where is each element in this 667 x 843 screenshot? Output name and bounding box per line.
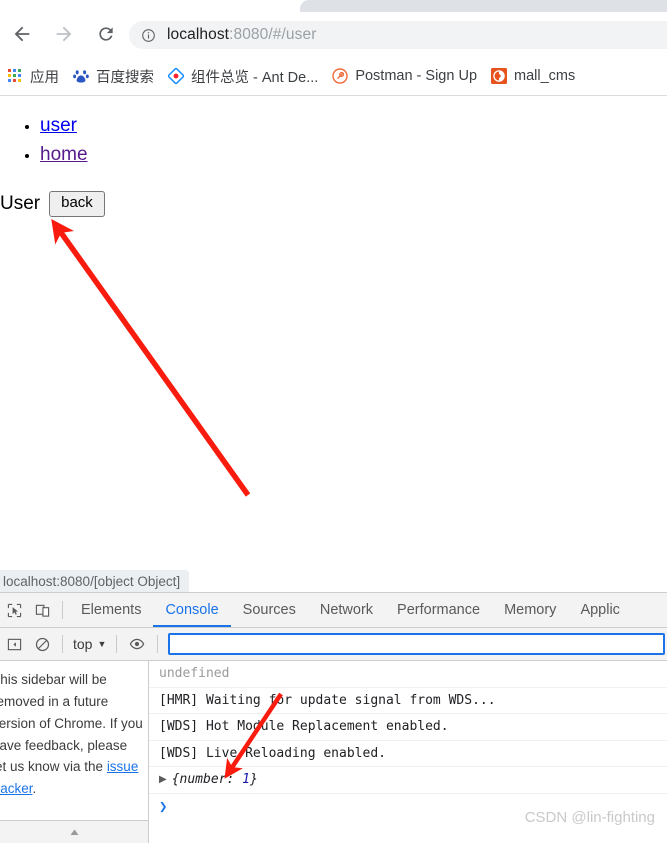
live-expression-eye-icon[interactable] (123, 630, 151, 658)
console-message: [HMR] Waiting for update signal from WDS… (149, 688, 667, 714)
object-key: number: (179, 772, 235, 788)
object-close-brace: } (249, 772, 258, 788)
bookmark-baidu[interactable]: 百度搜索 (66, 62, 161, 90)
console-message: [WDS] Hot Module Replacement enabled. (149, 714, 667, 741)
device-toolbar-icon[interactable] (28, 596, 56, 624)
tab-application[interactable]: Applic (568, 594, 632, 627)
devtools-body: This sidebar will be removed in a future… (0, 661, 667, 843)
tab-strip-background (300, 0, 667, 12)
bookmark-mall-cms[interactable]: mall_cms (484, 62, 582, 90)
scroll-up-icon (70, 829, 78, 835)
toolbar-divider (62, 635, 63, 653)
status-bubble-text: localhost:8080/[object Object] (3, 573, 181, 589)
console-prompt[interactable]: ❯ (149, 794, 667, 820)
list-item: home (40, 142, 667, 168)
tab-elements[interactable]: Elements (69, 594, 153, 627)
sidebar-scroll-footer[interactable] (0, 820, 148, 843)
bookmark-label: 百度搜索 (96, 69, 154, 86)
baidu-paw-icon (73, 68, 89, 84)
status-bubble: localhost:8080/[object Object] (0, 570, 190, 592)
console-filter-input[interactable] (168, 633, 665, 655)
console-toolbar: top ▼ (0, 628, 667, 661)
devtools-panel: Elements Console Sources Network Perform… (0, 592, 667, 843)
back-route-button[interactable]: back (49, 191, 105, 217)
sidebar-deprecation-notice: This sidebar will be removed in a future… (0, 669, 144, 800)
back-button[interactable] (6, 18, 38, 50)
user-view-row: User back (0, 191, 667, 217)
tab-strip (0, 0, 667, 12)
info-circle-icon[interactable] (140, 27, 156, 43)
object-value: 1 (242, 772, 250, 788)
postman-icon (332, 68, 349, 84)
console-context-label: top (73, 636, 93, 652)
toolbar-divider (116, 635, 118, 653)
console-message: [WDS] Live Reloading enabled. (149, 741, 667, 767)
browser-chrome: localhost:8080/#/user 应用 百度搜索 组件总览 - Ant… (0, 0, 667, 97)
apps-grid-icon (7, 68, 23, 84)
list-item: user (40, 113, 667, 139)
forward-button[interactable] (48, 18, 80, 50)
bookmark-ant-design[interactable]: 组件总览 - Ant De... (161, 62, 325, 90)
toolbar-divider (62, 601, 63, 619)
bookmark-label: 应用 (30, 69, 59, 86)
bookmark-label: Postman - Sign Up (355, 68, 478, 84)
arrow-left-icon (14, 26, 30, 42)
page-title: User (0, 193, 41, 215)
sidebar-notice-tail: . (32, 781, 37, 797)
mall-cms-icon (491, 68, 508, 84)
browser-toolbar: localhost:8080/#/user (0, 12, 667, 56)
tab-sources[interactable]: Sources (231, 594, 308, 627)
console-prompt-caret-icon: ❯ (159, 798, 168, 815)
console-sidebar: This sidebar will be removed in a future… (0, 661, 149, 843)
reload-button[interactable] (90, 18, 122, 50)
tab-console[interactable]: Console (153, 594, 231, 627)
address-bar-url: localhost:8080/#/user (167, 26, 316, 44)
chevron-down-icon: ▼ (97, 639, 107, 649)
console-output: undefined [HMR] Waiting for update signa… (149, 661, 667, 843)
address-bar-path: :8080/#/user (229, 26, 317, 43)
toolbar-divider (157, 635, 159, 653)
console-sidebar-toggle-icon[interactable] (0, 630, 28, 658)
bookmark-postman[interactable]: Postman - Sign Up (325, 62, 484, 90)
tab-memory[interactable]: Memory (492, 594, 568, 627)
console-context-selector[interactable]: top ▼ (69, 636, 110, 652)
route-link-user[interactable]: user (40, 115, 77, 136)
clear-console-icon[interactable] (28, 630, 56, 658)
bookmarks-bar: 应用 百度搜索 组件总览 - Ant De... Postman - Sign … (0, 56, 667, 96)
address-bar[interactable]: localhost:8080/#/user (129, 21, 667, 49)
arrow-right-icon (56, 26, 72, 42)
inspect-element-icon[interactable] (0, 596, 28, 624)
devtools-tabbar: Elements Console Sources Network Perform… (0, 593, 667, 628)
console-object-preview: {number: 1} (172, 772, 258, 787)
tab-performance[interactable]: Performance (385, 594, 492, 627)
route-link-list: user home (0, 97, 667, 167)
reload-icon (99, 27, 113, 41)
bookmark-label: mall_cms (514, 68, 576, 84)
page-viewport: user home User back (0, 97, 667, 565)
console-object-row[interactable]: ▶ {number: 1} (149, 767, 667, 794)
address-bar-host: localhost (167, 26, 230, 43)
route-link-home[interactable]: home (40, 144, 88, 165)
bookmark-apps[interactable]: 应用 (0, 62, 66, 90)
ant-design-icon (168, 68, 184, 84)
object-open-brace: { (171, 772, 180, 788)
tab-network[interactable]: Network (308, 594, 385, 627)
bookmark-label: 组件总览 - Ant De... (191, 69, 319, 86)
disclosure-triangle-icon[interactable]: ▶ (159, 774, 167, 785)
console-message: undefined (149, 661, 667, 688)
